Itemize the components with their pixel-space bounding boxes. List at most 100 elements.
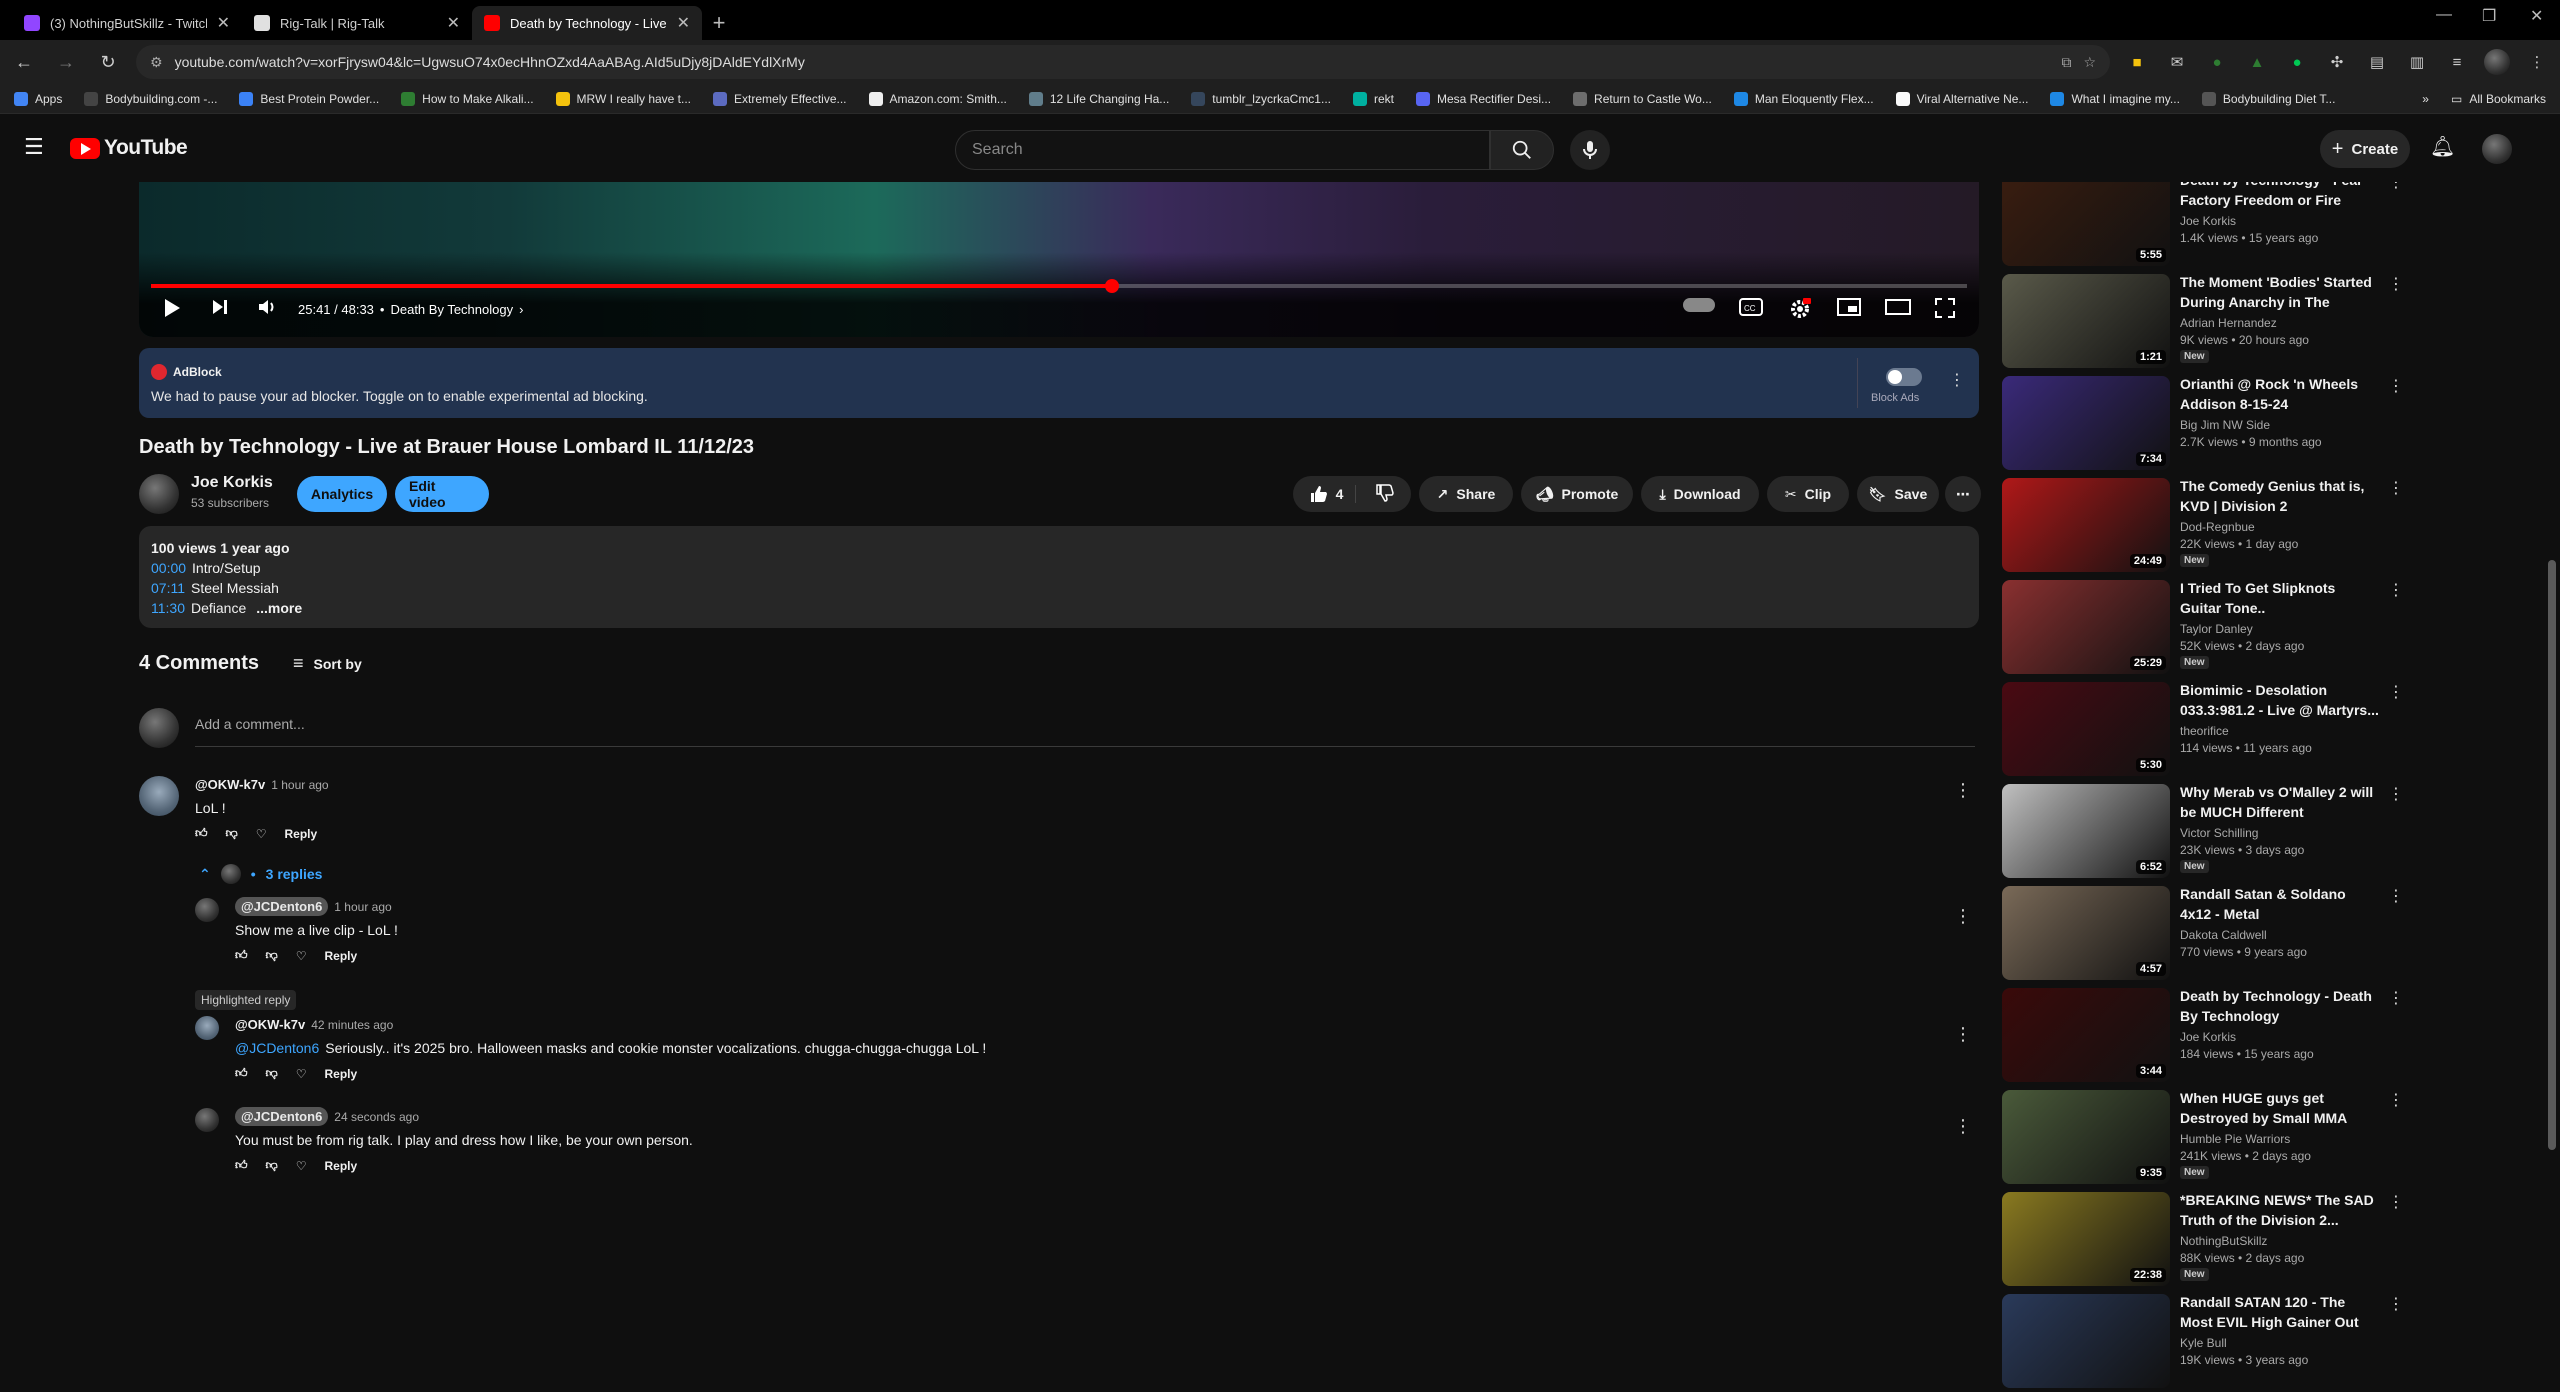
video-menu-icon[interactable]: ⋮ <box>2388 1192 2402 1212</box>
bookmark-item[interactable]: Bodybuilding.com -... <box>84 91 217 106</box>
maximize-icon[interactable]: ❐ <box>2482 6 2496 26</box>
bookmark-item[interactable]: Amazon.com: Smith... <box>868 91 1007 106</box>
bookmark-star-icon[interactable]: ☆ <box>2083 54 2096 71</box>
video-title[interactable]: Death by Technology - Death By Technolog… <box>2180 986 2380 1026</box>
comment-author[interactable]: @JCDenton6 <box>235 897 329 916</box>
heart-icon[interactable]: ♡ <box>256 827 267 841</box>
video-thumbnail[interactable]: 6:52 <box>2002 784 2170 878</box>
reply-button[interactable]: Reply <box>325 1067 358 1081</box>
bookmark-item[interactable]: Man Eloquently Flex... <box>1733 91 1874 106</box>
like-comment-icon[interactable]: 👍︎ <box>195 826 208 841</box>
video-title[interactable]: When HUGE guys get Destroyed by Small MM… <box>2180 1088 2380 1128</box>
extension-folder-icon[interactable]: ■ <box>2124 49 2150 75</box>
video-channel[interactable]: Big Jim NW Side <box>2180 418 2270 432</box>
hamburger-menu-icon[interactable]: ☰ <box>24 134 44 160</box>
close-window-icon[interactable]: ✕ <box>2530 6 2543 26</box>
progress-bar[interactable] <box>151 279 1967 293</box>
comment-author[interactable]: @OKW-k7v <box>195 777 265 792</box>
recommended-video[interactable]: 5:55 Death by Technology - Fear Factory F… <box>2002 182 2402 266</box>
theater-mode-icon[interactable] <box>1885 298 1911 316</box>
bookmark-item[interactable]: Best Protein Powder... <box>239 91 379 106</box>
like-comment-icon[interactable]: 👍︎ <box>235 1066 248 1081</box>
autoplay-toggle[interactable] <box>1683 298 1715 312</box>
video-channel[interactable]: Joe Korkis <box>2180 1030 2236 1044</box>
recommended-video[interactable]: 25:29 I Tried To Get Slipknots Guitar Ton… <box>2002 580 2402 674</box>
recommended-video[interactable]: 1:21 The Moment 'Bodies' Started During A… <box>2002 274 2402 368</box>
video-title[interactable]: Death by Technology - Fear Factory Freed… <box>2180 182 2380 210</box>
comment-menu-icon[interactable]: ⋮ <box>1954 1116 1972 1137</box>
commenter-avatar[interactable] <box>139 776 179 816</box>
video-channel[interactable]: Victor Schilling <box>2180 826 2258 840</box>
video-thumbnail[interactable]: 9:35 <box>2002 1090 2170 1184</box>
commenter-avatar[interactable] <box>195 1108 219 1132</box>
video-thumbnail[interactable] <box>2002 1294 2170 1388</box>
miniplayer-icon[interactable] <box>1837 298 1861 316</box>
description-box[interactable]: 100 views 1 year ago 00:00 Intro/Setup 07… <box>139 526 1979 628</box>
bookmark-item[interactable]: 12 Life Changing Ha... <box>1028 91 1169 106</box>
video-title[interactable]: Biomimic - Desolation 033.3:981.2 - Live… <box>2180 680 2380 720</box>
recommended-video[interactable]: 6:52 Why Merab vs O'Malley 2 will be MUCH… <box>2002 784 2402 878</box>
bookmark-item[interactable]: Mesa Rectifier Desi... <box>1416 91 1551 106</box>
reply-button[interactable]: Reply <box>325 1159 358 1173</box>
edit-video-button[interactable]: Edit video <box>395 476 489 512</box>
new-tab-icon[interactable]: + <box>702 6 736 40</box>
recommended-video[interactable]: 9:35 When HUGE guys get Destroyed by Smal… <box>2002 1090 2402 1184</box>
video-thumbnail[interactable]: 4:57 <box>2002 886 2170 980</box>
bookmark-item[interactable]: What I imagine my... <box>2050 91 2180 106</box>
sort-by-button[interactable]: ≡ Sort by <box>293 653 362 674</box>
comment-time[interactable]: 1 hour ago <box>334 900 391 914</box>
back-icon[interactable]: ← <box>10 48 38 76</box>
youtube-logo[interactable]: YouTube <box>70 136 188 160</box>
video-channel[interactable]: theorifice <box>2180 724 2229 738</box>
analytics-button[interactable]: Analytics <box>297 476 387 512</box>
extension-green-icon[interactable]: ● <box>2284 49 2310 75</box>
video-menu-icon[interactable]: ⋮ <box>2388 182 2402 192</box>
download-button[interactable]: ⤓ Download <box>1641 476 1759 512</box>
dislike-comment-icon[interactable]: 👎︎ <box>266 948 278 963</box>
share-button[interactable]: ↗ Share <box>1419 476 1513 512</box>
voice-search-button[interactable] <box>1570 130 1610 170</box>
commenter-avatar[interactable] <box>195 898 219 922</box>
video-channel[interactable]: Adrian Hernandez <box>2180 316 2277 330</box>
video-title[interactable]: The Comedy Genius that is, KVD | Divisio… <box>2180 476 2380 516</box>
subtitles-icon[interactable]: CC <box>1739 298 1763 316</box>
site-info-icon[interactable]: ⚙ <box>150 54 163 71</box>
video-thumbnail[interactable]: 3:44 <box>2002 988 2170 1082</box>
adblock-more-icon[interactable]: ⋮ <box>1949 370 1965 390</box>
extension-shield-icon[interactable]: ● <box>2204 49 2230 75</box>
show-more-link[interactable]: ...more <box>256 600 302 616</box>
video-title[interactable]: I Tried To Get Slipknots Guitar Tone.. <box>2180 578 2380 618</box>
media-control-icon[interactable]: ≡ <box>2444 49 2470 75</box>
settings-gear-icon[interactable] <box>1789 298 1811 320</box>
mention-link[interactable]: @JCDenton6 <box>235 1040 319 1056</box>
close-tab-icon[interactable]: ✕ <box>677 13 690 33</box>
close-tab-icon[interactable]: ✕ <box>217 13 230 33</box>
video-menu-icon[interactable]: ⋮ <box>2388 784 2402 804</box>
browser-tab-rigtalk[interactable]: Rig-Talk | Rig-Talk ✕ <box>242 6 472 40</box>
bookmark-item[interactable]: Bodybuilding Diet T... <box>2201 91 2335 106</box>
video-thumbnail[interactable]: 25:29 <box>2002 580 2170 674</box>
dislike-button[interactable] <box>1364 483 1406 505</box>
add-comment-box[interactable]: Add a comment... <box>139 704 1979 748</box>
install-app-icon[interactable]: ⧉ <box>2061 54 2071 71</box>
search-input[interactable]: Search <box>955 130 1490 170</box>
chapter-title[interactable]: Death By Technology <box>390 302 513 317</box>
all-bookmarks[interactable]: ▭ All Bookmarks <box>2451 92 2546 106</box>
video-thumbnail[interactable]: 7:34 <box>2002 376 2170 470</box>
video-menu-icon[interactable]: ⋮ <box>2388 1294 2402 1314</box>
comment-menu-icon[interactable]: ⋮ <box>1954 780 1972 801</box>
extension-badge-icon[interactable]: ✉ <box>2164 49 2190 75</box>
replies-toggle[interactable]: ⌃ • 3 replies <box>199 864 322 884</box>
bookmark-item[interactable]: tumblr_lzycrkaCmc1... <box>1191 91 1331 106</box>
video-menu-icon[interactable]: ⋮ <box>2388 988 2402 1008</box>
channel-name[interactable]: Joe Korkis <box>191 474 273 492</box>
video-thumbnail[interactable]: 24:49 <box>2002 478 2170 572</box>
video-menu-icon[interactable]: ⋮ <box>2388 682 2402 702</box>
comment-author[interactable]: @JCDenton6 <box>235 1107 329 1126</box>
video-title[interactable]: Why Merab vs O'Malley 2 will be MUCH Dif… <box>2180 782 2380 822</box>
video-thumbnail[interactable]: 5:55 <box>2002 182 2170 266</box>
video-menu-icon[interactable]: ⋮ <box>2388 376 2402 396</box>
recommended-video[interactable]: 3:44 Death by Technology - Death By Techn… <box>2002 988 2402 1082</box>
dislike-comment-icon[interactable]: 👎︎ <box>266 1158 278 1173</box>
video-channel[interactable]: Taylor Danley <box>2180 622 2253 636</box>
